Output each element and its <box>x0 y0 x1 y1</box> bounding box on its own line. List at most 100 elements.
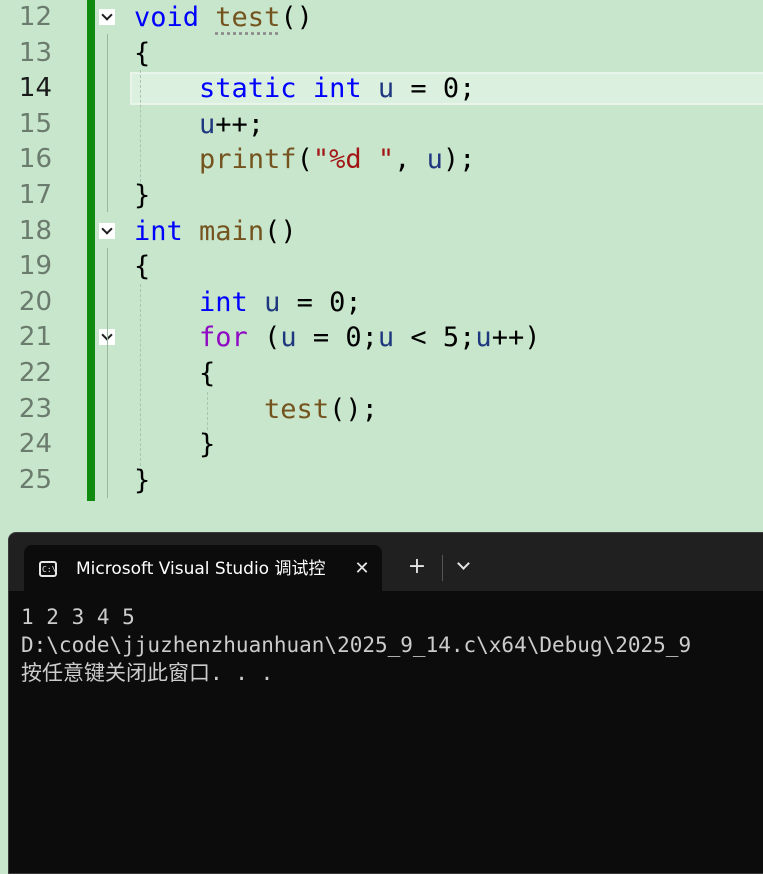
code-line[interactable]: 15 u++; <box>0 107 763 143</box>
code-token: } <box>134 429 216 461</box>
line-number: 12 <box>18 2 52 32</box>
code-token: ++; <box>215 108 265 140</box>
code-line[interactable]: 18 int main() <box>0 214 763 250</box>
code-token: = 0; <box>394 73 476 105</box>
code-token: } <box>134 464 151 496</box>
code-token: < 5; <box>394 322 476 354</box>
fold-region-line <box>107 34 108 212</box>
code-token: main <box>199 215 265 247</box>
line-number: 20 <box>18 286 52 317</box>
code-line[interactable]: 16 printf("%d ", u); <box>0 142 763 178</box>
code-text[interactable]: for (u = 0;u < 5;u++) <box>134 320 540 356</box>
code-token: printf <box>199 144 297 176</box>
indent-guide <box>140 284 141 466</box>
code-token: int <box>312 73 362 105</box>
code-text[interactable]: } <box>134 178 150 214</box>
new-tab-button[interactable]: + <box>401 553 433 581</box>
line-number: 16 <box>18 144 52 175</box>
console-output[interactable]: 1 2 3 4 5 D:\code\jjuzhenzhuanhuan\2025_… <box>9 591 763 873</box>
code-token: ( <box>296 144 313 176</box>
tab-bar: C:\ Microsoft Visual Studio 调试控 ✕ + <box>9 533 763 593</box>
code-token: , <box>394 144 427 176</box>
code-line[interactable]: 19 { <box>0 249 763 285</box>
code-token: { <box>134 251 151 283</box>
indent-guide <box>140 70 141 182</box>
code-token: (); <box>329 393 378 425</box>
code-token: test <box>264 393 330 425</box>
code-line[interactable]: 13 { <box>0 36 763 72</box>
code-token: ( <box>247 322 281 354</box>
fold-toggle-icon[interactable] <box>99 222 115 239</box>
code-token: { <box>134 358 216 389</box>
code-text[interactable]: } <box>134 463 150 499</box>
console-line: 按任意键关闭此窗口. . . <box>21 661 274 685</box>
terminal-icon: C:\ <box>39 561 57 577</box>
fold-toggle-icon[interactable] <box>99 9 115 25</box>
code-text[interactable]: u++; <box>134 107 264 143</box>
code-token: } <box>134 180 151 211</box>
code-token: u <box>426 144 443 176</box>
code-token: int <box>134 215 183 247</box>
code-token: u <box>199 108 216 140</box>
code-token: int <box>199 286 248 318</box>
code-token: () <box>264 215 297 247</box>
code-line[interactable]: 24 } <box>0 427 763 463</box>
code-token: u <box>475 322 492 354</box>
code-text[interactable]: test(); <box>134 392 378 428</box>
code-text[interactable]: printf("%d ", u); <box>134 142 475 178</box>
line-number: 19 <box>18 251 52 282</box>
line-number: 23 <box>18 393 52 424</box>
line-number: 22 <box>18 358 52 388</box>
debug-console-window[interactable]: C:\ Microsoft Visual Studio 调试控 ✕ + 1 2 … <box>8 532 763 874</box>
fold-region-line <box>107 248 108 498</box>
code-token: = 0; <box>296 322 378 354</box>
console-line: 1 2 3 4 5 <box>21 605 135 629</box>
code-token: static <box>199 73 297 105</box>
tab-title: Microsoft Visual Studio 调试控 <box>76 559 326 579</box>
code-token: u <box>264 286 281 318</box>
code-text[interactable]: { <box>134 356 215 392</box>
code-token: void <box>134 2 200 33</box>
line-number: 24 <box>18 429 52 460</box>
line-number: 15 <box>18 108 52 139</box>
chevron-down-icon[interactable] <box>449 553 477 581</box>
tab-debug-console[interactable]: C:\ Microsoft Visual Studio 调试控 ✕ <box>24 545 382 593</box>
code-text[interactable]: static int u = 0; <box>134 71 475 107</box>
code-token: u <box>377 322 395 354</box>
code-text[interactable]: { <box>134 249 150 285</box>
code-text[interactable]: int main() <box>134 214 297 250</box>
code-token: ++) <box>491 322 541 354</box>
code-text[interactable]: int u = 0; <box>134 285 362 321</box>
code-text[interactable]: } <box>134 427 215 463</box>
code-token: u <box>280 322 297 354</box>
code-editor[interactable]: 12 void test() 13{14 static int u = 0; 15 u… <box>0 0 763 532</box>
code-line[interactable]: 20 int u = 0; <box>0 285 763 321</box>
code-token: for <box>199 322 248 354</box>
code-line[interactable]: 25} <box>0 463 763 499</box>
code-line[interactable]: 21 for (u = 0;u < 5;u++) <box>0 320 763 356</box>
line-number: 25 <box>18 464 52 495</box>
code-token: u <box>377 73 395 105</box>
code-line[interactable]: 17} <box>0 178 763 214</box>
code-text[interactable]: void test() <box>134 0 313 36</box>
indent-guide <box>207 392 208 430</box>
code-token: ); <box>442 144 476 176</box>
code-token: () <box>280 2 313 33</box>
code-line[interactable]: 22 { <box>0 356 763 392</box>
line-number: 21 <box>18 322 52 353</box>
code-token: "%d " <box>312 144 395 176</box>
tab-separator <box>442 555 443 581</box>
code-line[interactable]: 12 void test() <box>0 0 763 36</box>
code-line[interactable]: 14 static int u = 0; <box>0 71 763 107</box>
code-text[interactable]: { <box>134 36 150 72</box>
code-line[interactable]: 23 test(); <box>0 392 763 428</box>
close-icon[interactable]: ✕ <box>350 557 374 581</box>
